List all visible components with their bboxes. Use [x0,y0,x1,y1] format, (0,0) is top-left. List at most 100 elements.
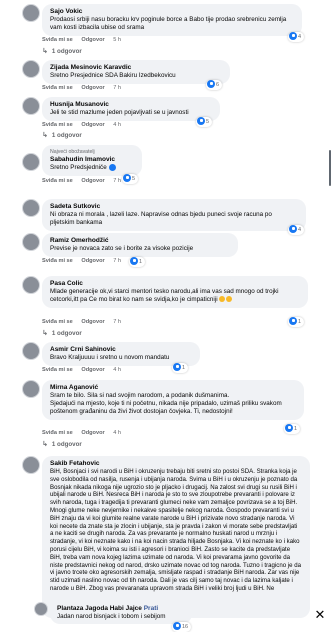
reply-action[interactable]: Odgovor [81,367,104,373]
comment-author[interactable]: Zijada Mesinovic Karavdic [50,64,222,72]
reply-action[interactable]: Odgovor [81,258,104,264]
comment-author[interactable]: Ramiz Omerhodžić [50,237,230,245]
comment-text: Previse je novaca zato se i borite za vi… [50,245,194,252]
like-action[interactable]: Sviđa mi se [42,258,73,264]
comment-actions: Sviđa mi se Odgovor 4 h [42,122,128,128]
view-replies[interactable]: ↳ 1 odgovor [42,131,82,139]
comment-author[interactable]: Sabahudin Imamovic [50,156,134,164]
reaction-count-value: 16 [182,624,189,630]
comment-time[interactable]: 5 h [113,37,121,43]
reaction-count-value: 1 [298,319,302,325]
reply-arrow-icon: ↳ [42,441,48,448]
comment-bubble: Mirna Aganović Sram te bilo. Sila si nad… [42,380,304,420]
like-action[interactable]: Sviđa mi se [42,85,73,91]
comment-time[interactable]: 7 h [113,85,121,91]
comment-author[interactable]: Sakib Fetahovic [50,460,302,468]
like-reaction-icon [289,224,297,233]
comment-time[interactable]: 7 h [113,319,121,325]
comment-author-name[interactable]: Plantaza Jagoda Habi Jajce [57,605,142,612]
like-action[interactable]: Sviđa mi se [42,37,73,43]
like-reaction-icon [173,362,181,371]
comment-actions: Sviđa mi se Odgovor 4 h [42,430,128,436]
reaction-count[interactable]: 1 [172,362,189,373]
comment-actions: Sviđa mi se Odgovor 7 h [42,178,128,184]
comment-text: Sram te bilo. Sila si nad svojim narodom… [50,392,282,415]
comment-author[interactable]: Pasa Colic [50,280,300,288]
reaction-count-value: 6 [216,82,220,88]
like-action[interactable]: Sviđa mi se [42,430,73,436]
avatar[interactable] [22,97,40,115]
reply-action[interactable]: Odgovor [81,178,104,184]
comment-bubble: Pasa Colic Mlade generacije ok,vi starci… [42,276,308,308]
comment-time[interactable]: 7 h [113,178,121,184]
avatar[interactable] [22,199,40,217]
avatar[interactable] [22,60,40,78]
avatar[interactable] [22,4,40,22]
reaction-count-value: 5 [206,119,210,125]
reply-arrow-icon: ↳ [42,48,48,55]
reaction-count[interactable]: 1 [288,316,305,327]
reply-arrow-icon: ↳ [42,330,48,337]
comment-author[interactable]: Sadeta Sutkovic [50,203,298,211]
comment-author[interactable]: Sajo Vokic [50,8,294,16]
comment-bubble: Sakib Fetahovic BiH, Bosnjaci i svi naro… [42,456,310,618]
reply-action[interactable]: Odgovor [81,430,104,436]
view-replies[interactable]: ↳ 1 odgovor [42,440,82,448]
comment-bubble: Sadeta Sutkovic Ni obraza ni morala , la… [42,199,306,231]
reply-action[interactable]: Odgovor [81,319,104,325]
like-action[interactable]: Sviđa mi se [42,367,73,373]
comment-text: Bravo Kraljuuuu i sretno u novom mandatu [50,354,170,361]
comment-time[interactable]: 7 h [113,258,121,264]
reaction-count[interactable]: 5 [122,173,139,184]
comment-text: Jeli te stid mazlume jeden pojavljvati s… [50,109,189,116]
like-action[interactable]: Sviđa mi se [42,319,73,325]
like-action[interactable]: Sviđa mi se [42,122,73,128]
reply-action[interactable]: Odgovor [81,122,104,128]
reaction-count-value: 1 [182,365,186,371]
reaction-count-value: 5 [132,176,136,182]
like-reaction-icon [197,116,205,125]
avatar[interactable] [22,233,40,251]
comment-time[interactable]: 4 h [113,122,121,128]
avatar[interactable] [22,342,40,360]
reply-action[interactable]: Odgovor [81,85,104,91]
follow-link[interactable]: Prati [144,605,158,612]
avatar[interactable] [22,153,40,171]
comment-author[interactable]: Husnija Musanovic [50,101,212,109]
like-reaction-icon [289,31,297,40]
comment-author[interactable]: Mirna Aganović [50,384,296,392]
avatar[interactable] [22,380,40,398]
comment-actions: Sviđa mi se Odgovor 7 h [42,319,128,325]
reaction-count[interactable]: 1 [284,423,301,434]
comment-text: Sretno Presjednice SDA Bakiru Izedbekovi… [50,72,176,79]
close-icon[interactable]: ✕ [313,608,327,622]
comment-author[interactable]: Asmir Crni Sahinovic [50,346,192,354]
comment-text: Prodaosi srbiji nasu boracku krv poginul… [50,16,287,31]
reaction-count-value: 4 [298,34,302,40]
view-replies-label: 1 odgovor [51,330,82,337]
avatar[interactable] [22,276,40,294]
reaction-count[interactable]: 16 [172,621,192,632]
comment-bubble: Najveći obožavatelj Sabahudin Imamovic S… [42,145,142,177]
reaction-count[interactable]: 4 [288,31,305,42]
view-replies-label: 1 odgovor [51,132,82,139]
view-replies[interactable]: ↳ 1 odgovor [42,47,82,55]
reply-action[interactable]: Odgovor [81,37,104,43]
comment-actions: Sviđa mi se Odgovor 7 h [42,85,128,91]
scrollbar[interactable] [329,150,331,186]
comment-time[interactable]: 4 h [113,430,121,436]
comment-time[interactable]: 4 h [113,367,121,373]
like-action[interactable]: Sviđa mi se [42,178,73,184]
view-replies[interactable]: ↳ 1 odgovor [42,329,82,337]
like-reaction-icon [289,316,297,325]
reaction-count[interactable]: 1 [129,256,146,267]
verified-icon [108,164,116,171]
reaction-count[interactable]: 6 [206,79,223,90]
comment-actions: Sviđa mi se Odgovor 4 h [42,367,128,373]
reaction-count[interactable]: 5 [196,116,213,127]
avatar[interactable] [34,602,48,616]
like-reaction-icon [123,173,131,182]
avatar[interactable] [22,456,40,474]
reaction-count[interactable]: 4 [288,224,305,235]
comment-actions: Sviđa mi se Odgovor 5 h [42,37,128,43]
